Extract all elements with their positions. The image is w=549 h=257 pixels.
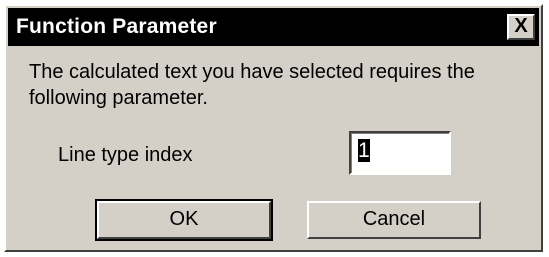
dialog-title: Function Parameter [16,15,217,38]
message-text: The calculated text you have selected re… [29,61,475,109]
line-type-index-input[interactable]: 1 [349,131,451,175]
function-parameter-dialog: Function Parameter X The calculated text… [4,4,543,252]
cancel-button[interactable]: Cancel [307,201,481,239]
title-bar[interactable]: Function Parameter X [8,8,539,46]
close-icon: X [514,15,528,37]
close-button[interactable]: X [507,14,535,40]
ok-button[interactable]: OK [95,199,273,241]
line-type-index-label: Line type index [58,144,193,166]
line-type-index-value: 1 [358,139,370,162]
